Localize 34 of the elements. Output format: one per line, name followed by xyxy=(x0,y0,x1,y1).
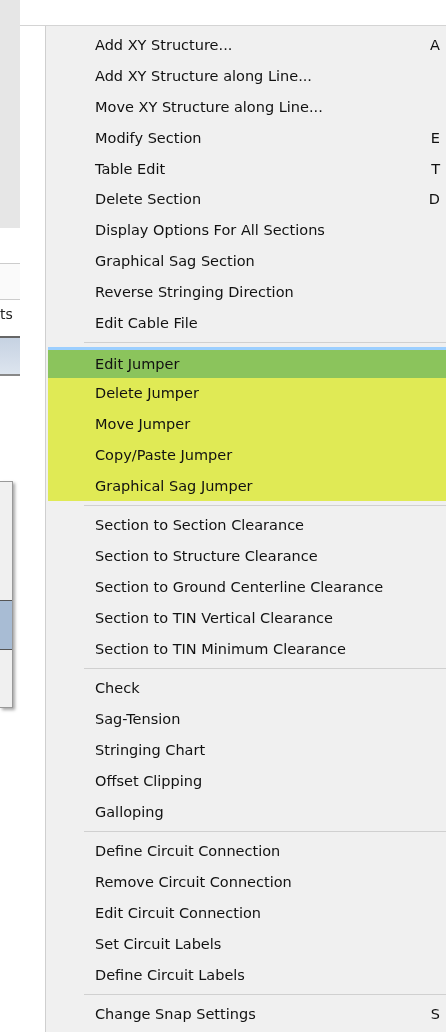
menu-item[interactable]: Display Options For All Sections xyxy=(48,214,446,246)
menu-item[interactable]: Sag-Tension xyxy=(48,703,446,735)
menu-item[interactable]: Delete Jumper xyxy=(48,377,446,409)
menu-item[interactable]: Move XY Structure along Line... xyxy=(48,91,446,123)
menu-item[interactable]: Delete Section D xyxy=(48,184,446,215)
menu-item[interactable]: Graphical Sag Jumper xyxy=(48,470,446,501)
menu-item[interactable]: Edit Jumper xyxy=(48,346,446,378)
menu-item[interactable]: Move Jumper xyxy=(48,408,446,440)
menu-item[interactable]: Section to TIN Minimum Clearance xyxy=(48,633,446,664)
menu-item[interactable]: Graphical Sag Section xyxy=(48,245,446,277)
menu-item[interactable]: Set Circuit Labels xyxy=(48,928,446,960)
menu-item[interactable]: Reverse Stringing Direction xyxy=(48,276,446,308)
menu-item[interactable]: Offset Clipping xyxy=(48,765,446,797)
selected-row xyxy=(0,600,12,650)
header-bar xyxy=(0,336,20,376)
menu-item[interactable]: Section to TIN Vertical Clearance xyxy=(48,602,446,634)
menu-item[interactable]: Section to Section Clearance xyxy=(48,509,446,541)
menu-item[interactable]: Copy/Paste Jumper xyxy=(48,439,446,471)
tab-label[interactable]: ts xyxy=(0,300,20,326)
menu-item[interactable]: Table Edit T xyxy=(48,153,446,184)
menu-item[interactable]: Section to Ground Centerline Clearance xyxy=(48,571,446,603)
menu-item[interactable]: Galloping xyxy=(48,796,446,827)
menu-item[interactable]: Define Circuit Connection xyxy=(48,835,446,867)
menu-item[interactable]: Check xyxy=(48,672,446,704)
menu-item[interactable]: Modify Section E xyxy=(48,122,446,154)
menu-item[interactable]: Add XY Structure... A xyxy=(48,30,446,61)
menu-item[interactable]: Change Snap Settings S xyxy=(48,998,446,1030)
menu-item[interactable]: Edit Circuit Connection xyxy=(48,897,446,929)
menu-item[interactable]: Define Circuit Labels xyxy=(48,959,446,990)
menu-item[interactable]: Stringing Chart xyxy=(48,734,446,766)
menu-item[interactable]: Add XY Structure along Line... xyxy=(48,60,446,92)
menu-item[interactable]: Section to Structure Clearance xyxy=(48,540,446,572)
menu-item[interactable]: Remove Circuit Connection xyxy=(48,866,446,898)
menu-item[interactable]: Edit Cable File xyxy=(48,307,446,338)
